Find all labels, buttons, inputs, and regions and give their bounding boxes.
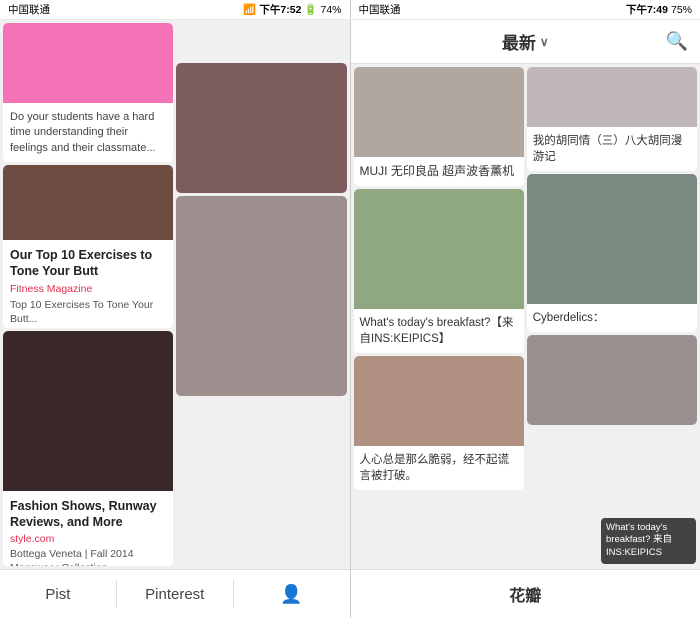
nav-pist[interactable]: Pist xyxy=(0,586,116,603)
battery-icon: 🔋 xyxy=(304,3,317,16)
right-pin-card[interactable] xyxy=(527,335,697,425)
pin-desc: Top 10 Exercises To Tone Your Butt... xyxy=(10,298,166,327)
pin-source: Fitness Magazine xyxy=(10,283,166,295)
pin-image xyxy=(3,165,173,240)
pin-avatar xyxy=(10,162,32,163)
right-col2: 我的胡同情（三）八大胡同漫游记 Cyberdelics： xyxy=(527,67,697,566)
right-header-title-area[interactable]: 最新 ∨ xyxy=(502,29,549,54)
search-icon[interactable]: 🔍 xyxy=(666,31,688,52)
right-phone: 最新 ∨ 🔍 MUJI 无印良品 超声波香薰机 xyxy=(351,20,700,618)
right-pin-card[interactable]: 人心总是那么脆弱，经不起谎言被打破。 xyxy=(354,356,524,490)
nav-profile[interactable]: 👤 xyxy=(234,584,350,605)
pin-image xyxy=(527,174,697,304)
pin-title: What's today's breakfast?【来自INS:KEIPICS】 xyxy=(360,315,518,347)
pin-user: Jasmine Xu Ye IB PYP xyxy=(10,161,166,162)
pin-title: MUJI 无印良品 超声波香薰机 xyxy=(360,163,518,180)
overlay-tooltip: What's today's breakfast? 来自INS:KEIPICS xyxy=(601,518,696,564)
pin-card[interactable]: Do your students have a hard time unders… xyxy=(3,23,173,162)
pin-source: style.com xyxy=(10,533,166,545)
right-carrier: 中国联通 xyxy=(359,2,401,17)
left-col1: Do your students have a hard time unders… xyxy=(3,23,173,566)
left-time: 下午7:52 xyxy=(259,2,301,17)
left-carrier: 中国联通 xyxy=(8,2,50,17)
pin-content: What's today's breakfast?【来自INS:KEIPICS】 xyxy=(354,309,524,353)
right-bottom-nav: 花瓣 xyxy=(351,569,700,618)
wifi-icon: 📶 xyxy=(243,3,256,16)
pin-card[interactable]: Our Top 10 Exercises to Tone Your Butt F… xyxy=(3,165,173,328)
pin-content: Do your students have a hard time unders… xyxy=(3,103,173,162)
pin-content: Cyberdelics： xyxy=(527,304,697,332)
right-app-bar: 最新 ∨ 🔍 xyxy=(351,20,700,64)
pin-content: MUJI 无印良品 超声波香薰机 xyxy=(354,157,524,186)
pin-title: 人心总是那么脆弱，经不起谎言被打破。 xyxy=(360,452,518,484)
left-phone: Do your students have a hard time unders… xyxy=(0,20,351,618)
pin-title: Fashion Shows, Runway Reviews, and More xyxy=(10,498,166,531)
pin-image xyxy=(354,67,524,157)
pin-title: Our Top 10 Exercises to Tone Your Butt xyxy=(10,247,166,280)
right-header-title: 最新 xyxy=(502,29,536,54)
pin-desc: Bottega Veneta | Fall 2014 Menswear Coll… xyxy=(10,547,166,566)
chevron-down-icon: ∨ xyxy=(540,35,549,49)
pin-content: 我的胡同情（三）八大胡同漫游记 xyxy=(527,127,697,171)
pin-image xyxy=(527,67,697,127)
pin-desc: Do your students have a hard time unders… xyxy=(10,110,166,156)
pin-title: 我的胡同情（三）八大胡同漫游记 xyxy=(533,133,691,165)
nav-huaban[interactable]: 花瓣 xyxy=(509,582,541,606)
pin-color-block xyxy=(176,63,346,193)
right-pin-card[interactable]: What's today's breakfast?【来自INS:KEIPICS】 xyxy=(354,189,524,353)
pin-username: Jasmine Xu Ye xyxy=(37,161,110,162)
right-status-bar: 中国联通 下午7:49 75% xyxy=(351,0,700,19)
nav-pinterest[interactable]: Pinterest xyxy=(117,586,233,603)
left-bottom-nav: Pist Pinterest 👤 xyxy=(0,569,350,618)
right-pin-card[interactable]: Cyberdelics： xyxy=(527,174,697,332)
pin-content: Our Top 10 Exercises to Tone Your Butt F… xyxy=(3,240,173,328)
left-status-bar: 中国联通 📶 下午7:52 🔋 74% xyxy=(0,0,351,19)
left-col2 xyxy=(176,63,346,566)
right-col1: MUJI 无印良品 超声波香薰机 What's today's breakfas… xyxy=(354,67,524,566)
right-pin-card[interactable]: 我的胡同情（三）八大胡同漫游记 xyxy=(527,67,697,171)
pin-content: 人心总是那么脆弱，经不起谎言被打破。 xyxy=(354,446,524,490)
pin-title: Cyberdelics： xyxy=(533,310,691,326)
right-time: 下午7:49 xyxy=(626,2,668,17)
profile-icon: 👤 xyxy=(280,584,302,605)
pin-card[interactable]: Fashion Shows, Runway Reviews, and More … xyxy=(3,331,173,566)
pin-image xyxy=(354,356,524,446)
right-pin-card[interactable]: MUJI 无印良品 超声波香薰机 xyxy=(354,67,524,186)
pin-image xyxy=(3,331,173,491)
pin-user-info: Jasmine Xu Ye IB PYP xyxy=(37,161,110,162)
pin-image xyxy=(3,23,173,103)
right-feed[interactable]: MUJI 无印良品 超声波香薰机 What's today's breakfas… xyxy=(351,64,700,569)
pin-content: Fashion Shows, Runway Reviews, and More … xyxy=(3,491,173,566)
left-battery: 74% xyxy=(320,4,341,16)
left-feed[interactable]: Do your students have a hard time unders… xyxy=(0,20,350,569)
pin-image xyxy=(527,335,697,425)
pin-color-block xyxy=(176,196,346,396)
pin-image xyxy=(354,189,524,309)
right-battery: 75% xyxy=(671,4,692,16)
